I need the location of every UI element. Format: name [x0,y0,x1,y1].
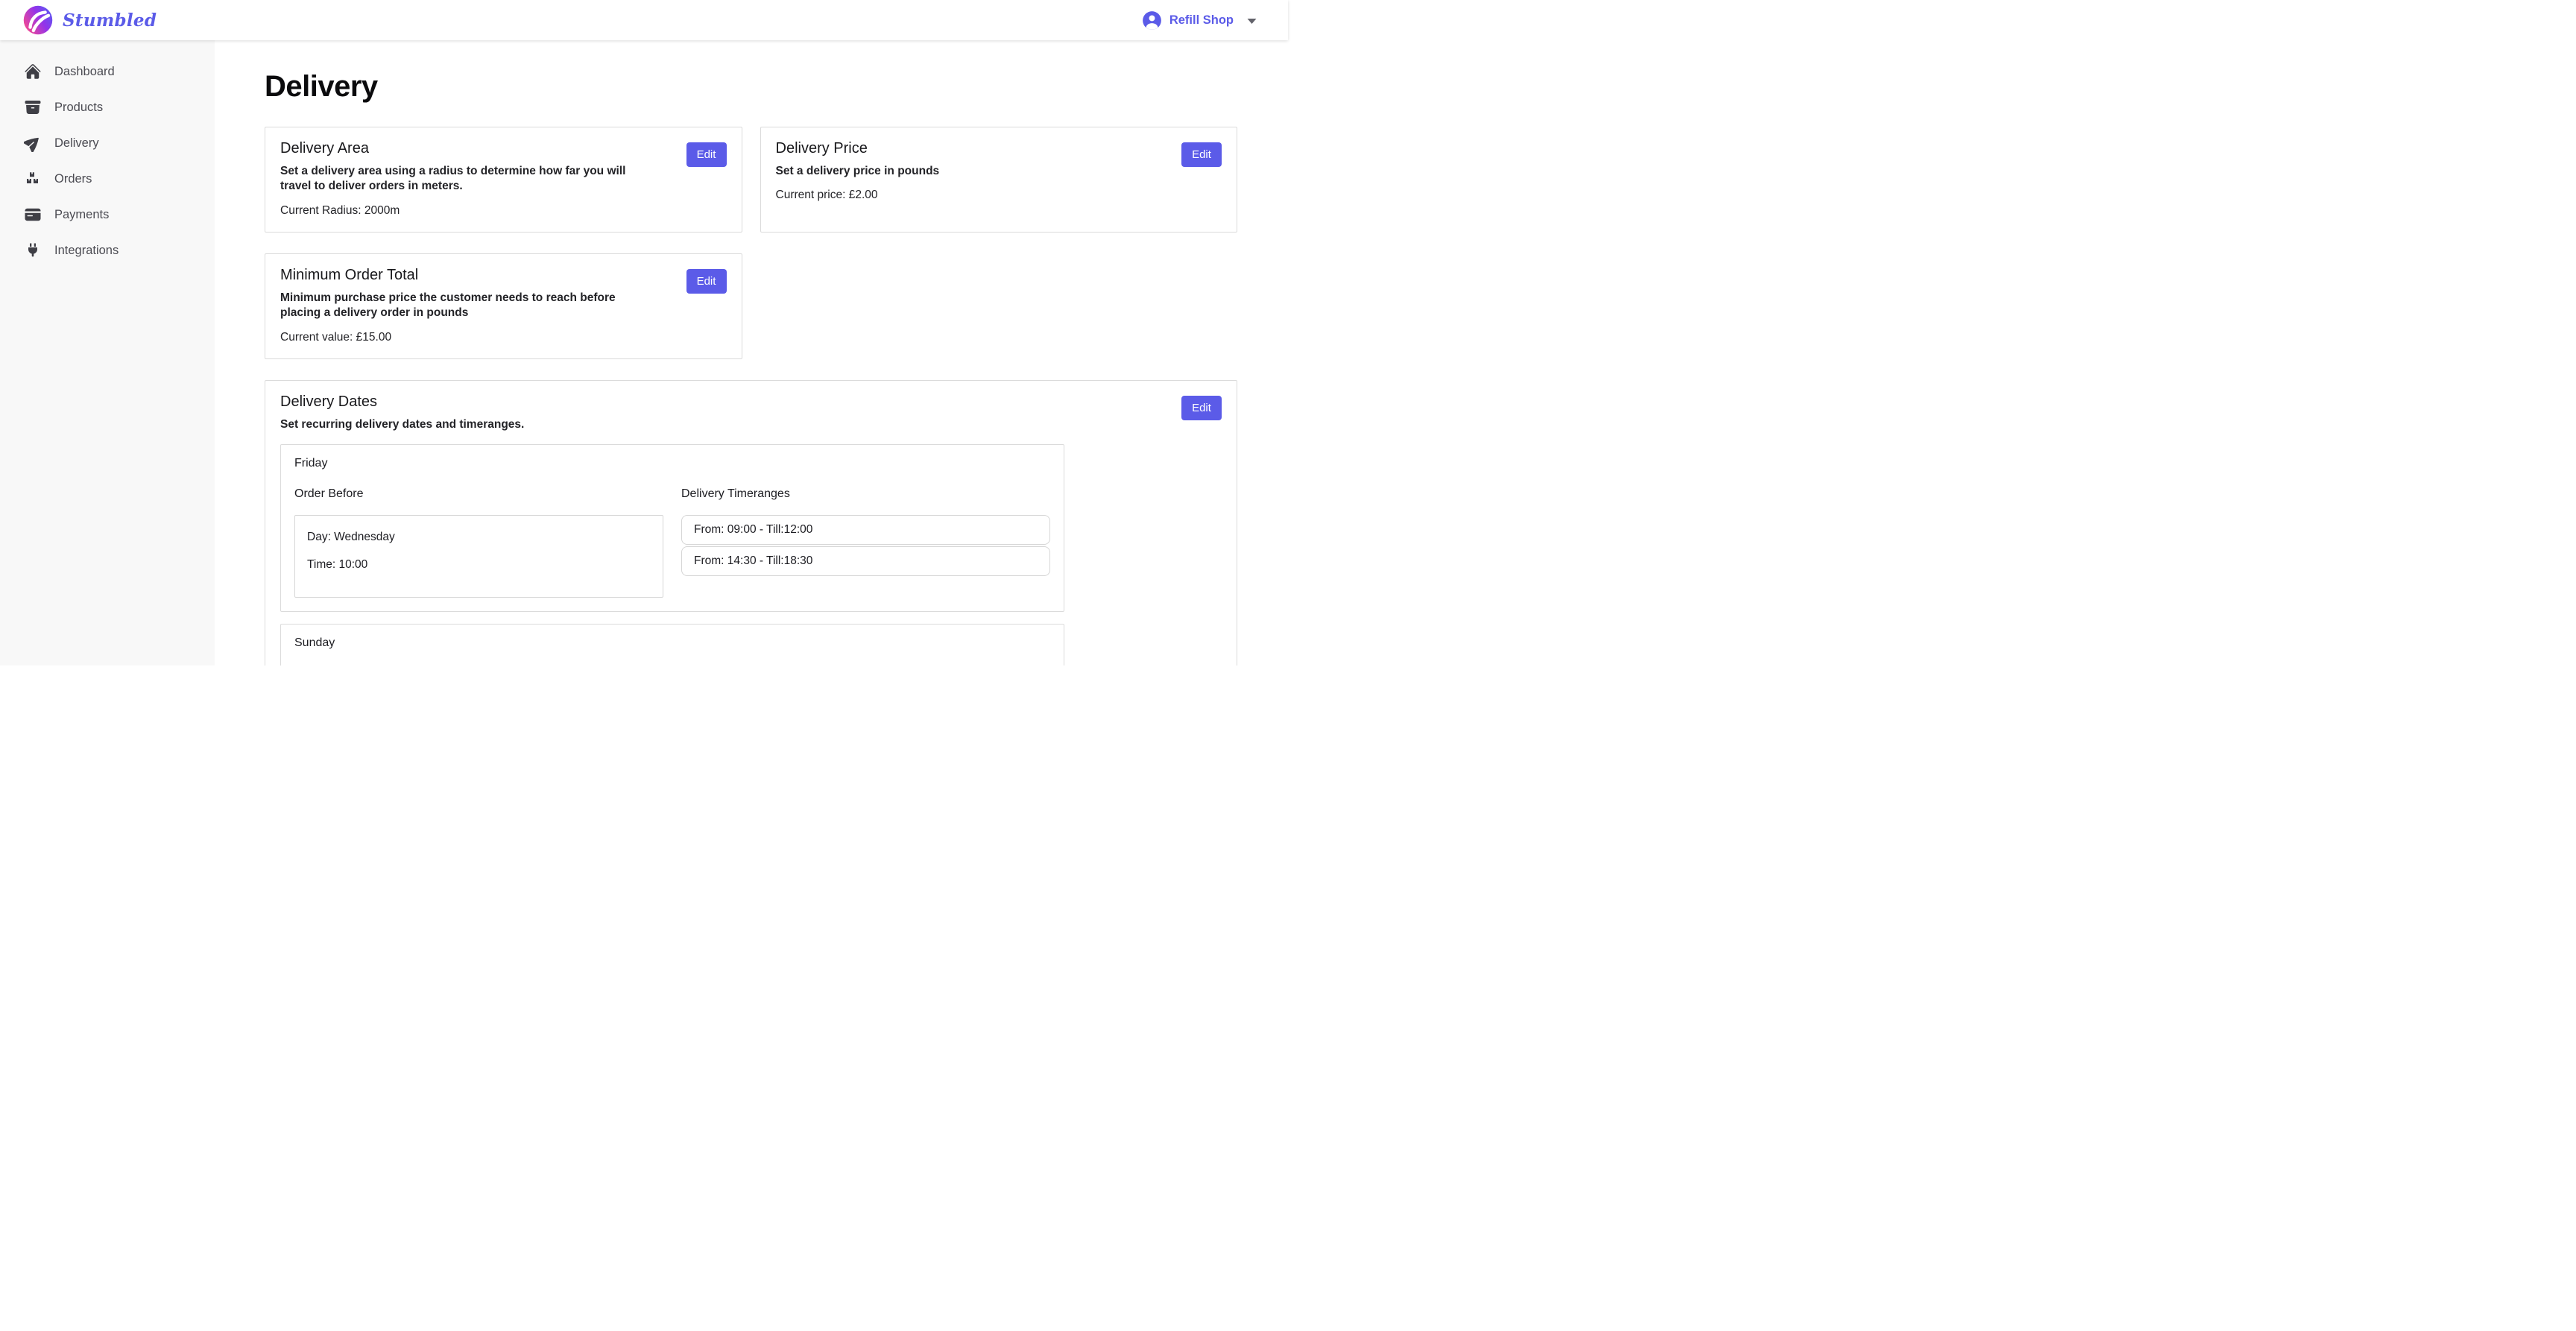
current-min-order-value: Current value: £15.00 [280,331,727,344]
main-content: Delivery Delivery Area Set a delivery ar… [215,40,1288,666]
sidebar-item-label: Payments [54,208,109,222]
delivery-area-card: Delivery Area Set a delivery area using … [265,127,742,233]
timerange-row: From: 09:00 - Till:12:00 [681,515,1050,545]
sidebar-item-payments[interactable]: Payments [0,197,215,233]
card-description: Set a delivery price in pounds [776,164,1134,179]
stumbled-swirl-logo-icon [22,4,54,36]
current-radius-value: Current Radius: 2000m [280,204,727,218]
chevron-down-icon [1247,18,1257,25]
edit-delivery-price-button[interactable]: Edit [1181,142,1222,167]
delivery-price-card: Delivery Price Set a delivery price in p… [760,127,1238,233]
sidebar-item-label: Orders [54,172,92,186]
minimum-order-total-card: Minimum Order Total Minimum purchase pri… [265,253,742,359]
sidebar-item-delivery[interactable]: Delivery [0,125,215,161]
brand[interactable]: Stumbled [22,4,157,36]
edit-minimum-order-button[interactable]: Edit [686,269,727,294]
order-before-box: Day: Wednesday Time: 10:00 [294,515,663,598]
edit-delivery-dates-button[interactable]: Edit [1181,396,1222,420]
delivery-dates-card: Delivery Dates Set recurring delivery da… [265,380,1237,666]
card-title: Delivery Area [280,140,727,157]
home-icon [24,63,42,80]
sidebar-item-products[interactable]: Products [0,89,215,125]
page-title: Delivery [265,70,1237,104]
brand-name: Stumbled [63,10,157,31]
edit-delivery-area-button[interactable]: Edit [686,142,727,167]
sidebar-item-label: Integrations [54,244,119,258]
sidebar-item-label: Products [54,101,103,115]
day-name: Friday [294,457,1050,470]
timeranges-label: Delivery Timeranges [681,487,1050,501]
sidebar-item-label: Dashboard [54,65,115,79]
delivery-day-block-friday: Friday Order Before Day: Wednesday Time:… [280,444,1064,612]
card-title: Delivery Dates [280,393,1222,411]
app-root: Stumbled Refill Shop [0,0,1288,666]
sidebar-item-integrations[interactable]: Integrations [0,233,215,268]
order-before-time: Time: 10:00 [307,558,651,572]
account-menu[interactable]: Refill Shop [1142,10,1257,31]
sidebar-item-orders[interactable]: Orders [0,161,215,197]
paper-plane-icon [24,134,42,152]
card-description: Set recurring delivery dates and timeran… [280,417,638,432]
day-name: Sunday [294,636,1050,650]
user-circle-icon [1142,10,1162,31]
sidebar-item-dashboard[interactable]: Dashboard [0,54,215,89]
sidebar-item-label: Delivery [54,136,99,151]
card-title: Delivery Price [776,140,1222,157]
delivery-day-block-sunday: Sunday Order Before Delivery Timeranges [280,624,1064,666]
timeranges-column: Delivery Timeranges From: 09:00 - Till:1… [681,487,1050,598]
plug-icon [24,241,42,259]
archive-box-icon [24,98,42,116]
sidebar: Dashboard Products [0,40,215,666]
order-before-label: Order Before [294,487,663,501]
card-title: Minimum Order Total [280,267,727,284]
top-header: Stumbled Refill Shop [0,0,1288,40]
card-description: Minimum purchase price the customer need… [280,291,638,321]
stacked-cubes-icon [24,170,42,188]
grid-spacer [760,253,1238,359]
credit-card-icon [24,206,42,224]
card-description: Set a delivery area using a radius to de… [280,164,638,195]
current-price-value: Current price: £2.00 [776,189,1222,202]
account-name: Refill Shop [1169,13,1234,28]
order-before-day: Day: Wednesday [307,531,651,544]
order-before-column: Order Before Day: Wednesday Time: 10:00 [294,487,663,598]
timerange-row: From: 14:30 - Till:18:30 [681,546,1050,576]
